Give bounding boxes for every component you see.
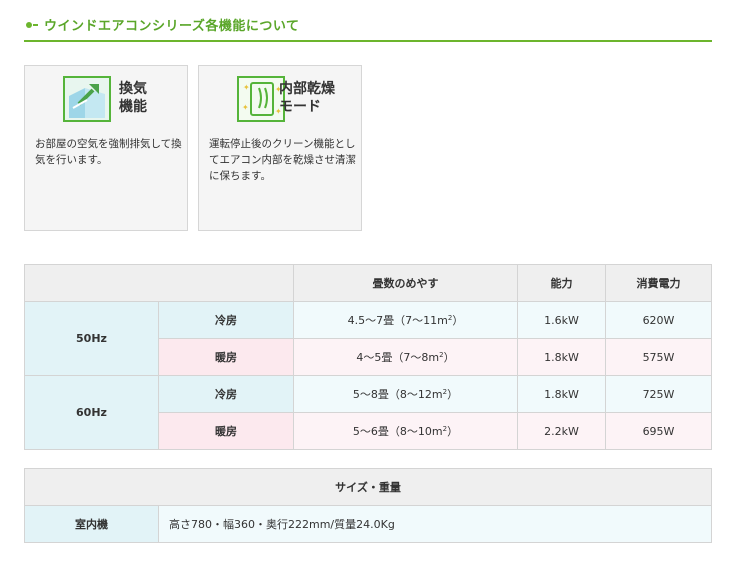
ventilation-icon	[63, 76, 111, 122]
tatami-end: ）	[447, 388, 459, 401]
size-row-value: 高さ780・幅360・奥行222mm/質量24.0Kg	[158, 505, 712, 543]
capacity-cell: 1.6kW	[517, 301, 606, 339]
tatami-cell: 4.5～7畳（7～11m2）	[293, 301, 518, 339]
size-row-label: 室内機	[24, 505, 159, 543]
mode-cell: 暖房	[158, 338, 294, 376]
table-header-row: 畳数のめやす 能力 消費電力	[24, 264, 712, 302]
svg-text:✦: ✦	[242, 103, 249, 112]
feature-description: お部屋の空気を強制排気して換気を行います。	[35, 138, 182, 166]
size-table: サイズ・重量 室内機 高さ780・幅360・奥行222mm/質量24.0Kg	[24, 468, 712, 543]
mode-cell: 暖房	[158, 412, 294, 450]
tatami-text: 5～6畳（8～10m	[352, 425, 443, 438]
table-row: 50Hz 冷房 4.5～7畳（7～11m2） 1.6kW 620W	[24, 301, 712, 376]
power-cell: 695W	[605, 412, 712, 450]
power-cell: 725W	[605, 375, 712, 413]
capacity-header: 能力	[517, 264, 606, 302]
mode-cell: 冷房	[158, 301, 294, 339]
section-title: ウインドエアコンシリーズ各機能について	[44, 19, 300, 34]
tatami-cell: 5～8畳（8～12m2）	[293, 375, 518, 413]
capacity-cell: 1.8kW	[517, 375, 606, 413]
power-cell: 575W	[605, 338, 712, 376]
feature-label: 内部乾燥 モード	[279, 81, 335, 115]
capacity-cell: 1.8kW	[517, 338, 606, 376]
tatami-header: 畳数のめやす	[293, 264, 518, 302]
tatami-text: 4～5畳（7～8m	[356, 351, 440, 364]
section-header: ウインドエアコンシリーズ各機能について	[24, 12, 712, 42]
tatami-text: 5～8畳（8～12m	[352, 388, 443, 401]
power-cell: 620W	[605, 301, 712, 339]
feature-card-internal-dry: ✦ ✦ ✦ ✦ 内部乾燥 モード 運転停止後のクリーン機能としてエアコン内部を乾…	[198, 65, 362, 231]
bullet-icon	[26, 22, 32, 28]
feature-description: 運転停止後のクリーン機能としてエアコン内部を乾燥させ清潔に保ちます。	[209, 138, 356, 182]
tatami-end: ）	[447, 425, 459, 438]
empty-header-cell	[24, 264, 294, 302]
hz-cell: 50Hz	[24, 301, 159, 376]
table-row: 60Hz 冷房 5～8畳（8～12m2） 1.8kW 725W	[24, 375, 712, 450]
feature-label: 換気 機能	[119, 81, 147, 115]
power-header: 消費電力	[605, 264, 712, 302]
tatami-cell: 5～6畳（8～10m2）	[293, 412, 518, 450]
size-header-row: サイズ・重量	[24, 468, 712, 506]
tatami-text: 4.5～7畳（7～11m	[347, 314, 448, 327]
capacity-cell: 2.2kW	[517, 412, 606, 450]
tatami-end: ）	[452, 314, 464, 327]
spec-table: 畳数のめやす 能力 消費電力 50Hz 冷房 4.5～7畳（7～11m2） 1.…	[24, 264, 712, 450]
tatami-end: ）	[443, 351, 455, 364]
size-header: サイズ・重量	[24, 468, 712, 506]
svg-text:✦: ✦	[243, 83, 250, 92]
internal-dry-icon: ✦ ✦ ✦ ✦	[237, 76, 285, 122]
dash-icon	[33, 24, 38, 26]
mode-cell: 冷房	[158, 375, 294, 413]
feature-card-ventilation: 換気 機能 お部屋の空気を強制排気して換気を行います。	[24, 65, 188, 231]
table-row: 室内機 高さ780・幅360・奥行222mm/質量24.0Kg	[24, 505, 712, 543]
tatami-cell: 4～5畳（7～8m2）	[293, 338, 518, 376]
hz-cell: 60Hz	[24, 375, 159, 450]
